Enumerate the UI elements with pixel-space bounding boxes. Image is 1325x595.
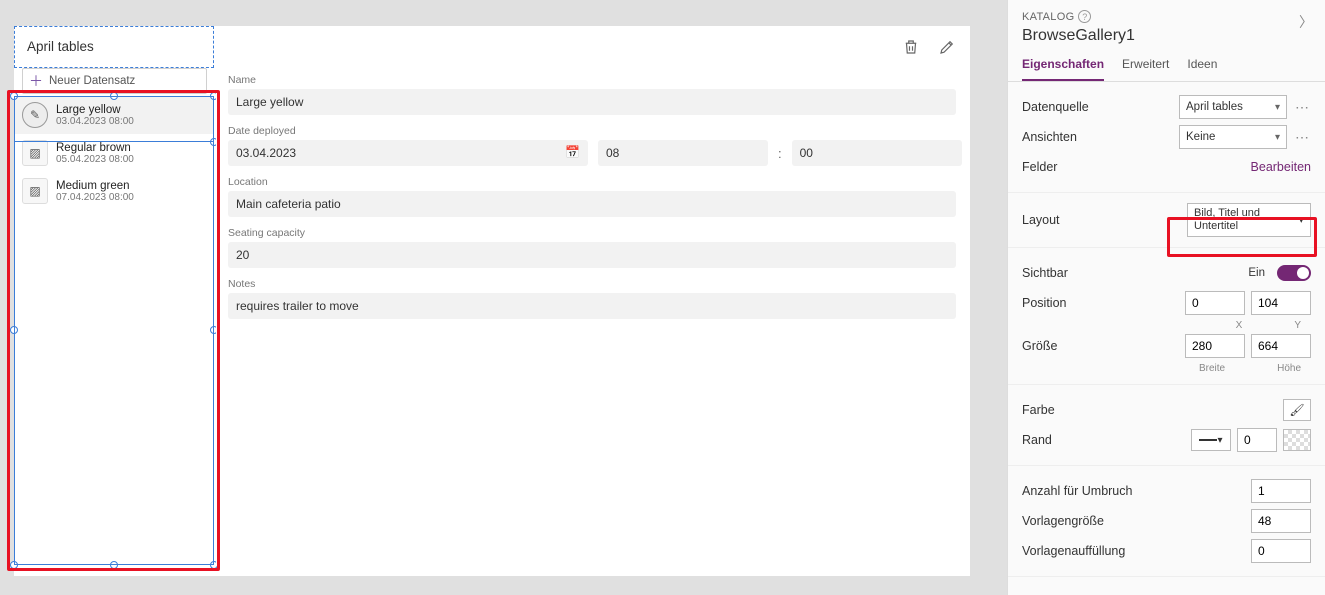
views-dropdown[interactable]: Keine ▾: [1179, 125, 1287, 149]
properties-pane: KATALOG ? 〉 BrowseGallery1 Eigenschaften…: [1007, 0, 1325, 595]
edit-icon[interactable]: [938, 38, 956, 56]
label-vorlagengroesse: Vorlagengröße: [1022, 514, 1104, 528]
canvas-area: April tables ＋ Neuer Datensatz ✎ Large y…: [0, 0, 1008, 595]
new-record-label: Neuer Datensatz: [49, 75, 135, 87]
views-value: Keine: [1186, 131, 1215, 143]
tab-erweitert[interactable]: Erweitert: [1122, 57, 1169, 81]
label-umbruch: Anzahl für Umbruch: [1022, 484, 1132, 498]
property-tabs: Eigenschaften Erweitert Ideen: [1008, 47, 1325, 82]
size-h-input[interactable]: [1251, 334, 1311, 358]
label-location: Location: [228, 176, 956, 188]
selection-outline: [14, 96, 214, 565]
label-vorlagenauffuellung: Vorlagenauffüllung: [1022, 544, 1125, 558]
datasource-dropdown[interactable]: April tables ▾: [1179, 95, 1287, 119]
seating-field[interactable]: [228, 242, 956, 268]
label-rand: Rand: [1022, 433, 1052, 447]
control-name: BrowseGallery1: [1022, 27, 1311, 45]
sublabel-x: X: [1236, 320, 1243, 331]
toggle-state: Ein: [1248, 267, 1265, 279]
label-seating: Seating capacity: [228, 227, 956, 239]
position-y-input[interactable]: [1251, 291, 1311, 315]
chevron-down-icon: ▾: [1275, 132, 1280, 143]
label-position: Position: [1022, 296, 1066, 310]
sublabel-y: Y: [1294, 320, 1301, 331]
new-record-button[interactable]: ＋ Neuer Datensatz: [22, 68, 207, 94]
sublabel-hoehe: Höhe: [1277, 363, 1301, 374]
label-notes: Notes: [228, 278, 956, 290]
tab-ideen[interactable]: Ideen: [1187, 57, 1217, 81]
gallery-title: April tables: [27, 39, 94, 54]
position-x-input[interactable]: [1185, 291, 1245, 315]
layout-dropdown[interactable]: Bild, Titel und Untertitel ▾: [1187, 203, 1311, 237]
template-padding-input[interactable]: [1251, 539, 1311, 563]
border-style-dropdown[interactable]: ▾: [1191, 429, 1231, 451]
tab-eigenschaften[interactable]: Eigenschaften: [1022, 57, 1104, 81]
more-icon[interactable]: ⋯: [1293, 129, 1311, 146]
more-icon[interactable]: ⋯: [1293, 99, 1311, 116]
label-farbe: Farbe: [1022, 403, 1055, 417]
catalog-label: KATALOG: [1022, 11, 1074, 23]
template-size-input[interactable]: [1251, 509, 1311, 533]
time-colon: :: [778, 146, 782, 161]
label-datenquelle: Datenquelle: [1022, 100, 1089, 114]
size-w-input[interactable]: [1185, 334, 1245, 358]
hour-field[interactable]: [598, 140, 768, 166]
label-name: Name: [228, 74, 956, 86]
border-width-input[interactable]: [1237, 428, 1277, 452]
name-field[interactable]: [228, 89, 956, 115]
trash-icon[interactable]: [902, 38, 920, 56]
help-icon[interactable]: ?: [1078, 10, 1091, 23]
selection-template-outline: [14, 96, 214, 142]
chevron-down-icon: ▾: [1298, 214, 1304, 227]
label-ansichten: Ansichten: [1022, 130, 1077, 144]
label-layout: Layout: [1022, 213, 1060, 227]
label-date: Date deployed: [228, 125, 956, 137]
collapse-pane-icon[interactable]: 〉: [1299, 12, 1313, 32]
minute-field[interactable]: [792, 140, 962, 166]
sublabel-breite: Breite: [1199, 363, 1225, 374]
layout-value: Bild, Titel und Untertitel: [1194, 207, 1298, 232]
gallery-title-bar: April tables: [14, 26, 214, 68]
chevron-down-icon: ▾: [1275, 102, 1280, 113]
label-felder: Felder: [1022, 160, 1057, 174]
label-sichtbar: Sichtbar: [1022, 266, 1068, 280]
notes-field[interactable]: [228, 293, 956, 319]
calendar-icon[interactable]: 📅: [565, 145, 580, 159]
color-picker[interactable]: 🖌: [1283, 399, 1311, 421]
detail-form: Name Date deployed 📅 : Location: [216, 26, 968, 566]
label-groesse: Größe: [1022, 339, 1057, 353]
location-field[interactable]: [228, 191, 956, 217]
edit-fields-link[interactable]: Bearbeiten: [1251, 160, 1311, 174]
wrap-count-input[interactable]: [1251, 479, 1311, 503]
date-field[interactable]: [228, 140, 588, 166]
visible-toggle[interactable]: [1277, 265, 1311, 281]
datasource-value: April tables: [1186, 101, 1243, 113]
plus-icon: ＋: [29, 71, 43, 91]
border-color-picker[interactable]: [1283, 429, 1311, 451]
